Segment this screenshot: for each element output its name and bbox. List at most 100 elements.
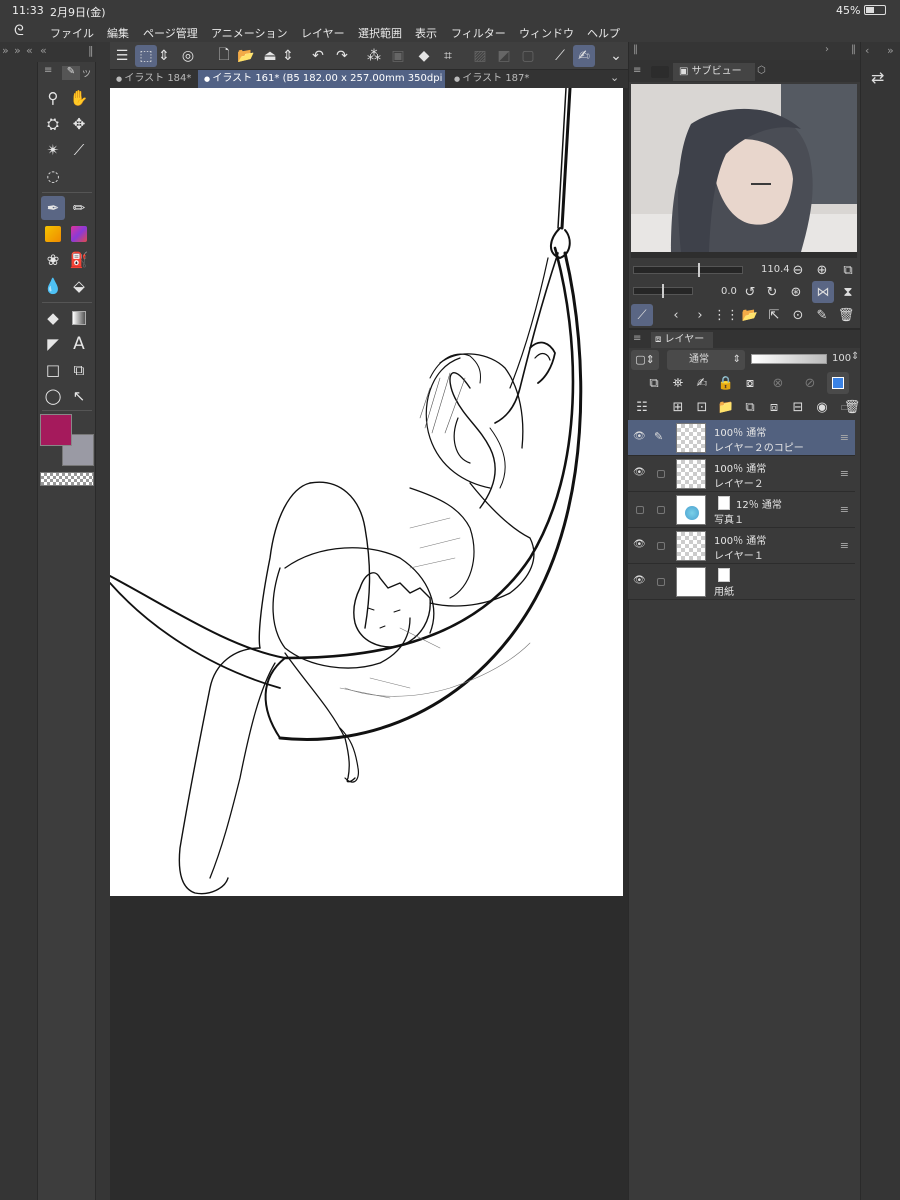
blend-mode-dropdown[interactable]: 通常 ⇕ [667, 350, 745, 370]
pen-tab-icon[interactable]: ✎ [62, 66, 80, 80]
layer-row[interactable]: 👁 用紙 [628, 564, 855, 600]
menu-filter[interactable]: フィルター [451, 25, 506, 41]
correct-line-icon[interactable]: ↖ [67, 384, 91, 408]
prev-icon[interactable]: ‹ [665, 304, 687, 326]
drag-handle-icon[interactable]: ≡ [840, 539, 849, 552]
layer-menu-icon[interactable]: ☷ [631, 396, 653, 418]
zoom-out-icon[interactable]: ⊖ [787, 259, 809, 281]
pencil-icon[interactable]: ✏ [67, 196, 91, 220]
layer-row[interactable]: 👁 100％ 通常 レイヤー２ ≡ [628, 456, 855, 492]
expand-right-icon[interactable]: » [887, 44, 894, 57]
camera-icon[interactable]: ⊙ [787, 304, 809, 326]
chevron-updown-icon[interactable]: ⇕ [851, 351, 859, 362]
next-icon[interactable]: › [689, 304, 711, 326]
chevron-right-icon[interactable]: › [825, 44, 829, 55]
duplicate-layer-icon[interactable]: ⊟ [787, 396, 809, 418]
palette-tab-label[interactable]: ツ [82, 67, 91, 80]
new-vector-layer-icon[interactable]: ⊡ [691, 396, 713, 418]
tab-illust-184[interactable]: ● イラスト 184* [110, 70, 198, 88]
eye-icon[interactable]: 👁 [633, 539, 646, 550]
edit-toolbar-icon[interactable]: ⬚ [135, 45, 157, 67]
mask-icon[interactable]: ⊗ [767, 372, 789, 394]
mask-off-icon[interactable]: ⊘ [799, 372, 821, 394]
layer-mask-icon[interactable]: ◉ [811, 396, 833, 418]
zoom-icon[interactable]: ⚲ [41, 86, 65, 110]
menu-selection[interactable]: 選択範囲 [358, 25, 402, 41]
eyedropper-icon[interactable]: ⟋ [67, 138, 91, 162]
clear-selection-icon[interactable]: ⁂ [363, 45, 385, 67]
preview-scrollbar[interactable] [631, 252, 857, 258]
transparent-color-swatch[interactable] [40, 472, 94, 486]
trash-icon[interactable]: 🗑 [835, 304, 857, 326]
subview-preview[interactable] [631, 84, 857, 252]
layer-row[interactable]: 👁 100％ 通常 レイヤー１ ≡ [628, 528, 855, 564]
ruler-snap-icon[interactable]: ⟋ [549, 45, 571, 67]
fit-window-icon[interactable]: ⧉ [837, 259, 859, 281]
main-color-swatch[interactable] [40, 414, 72, 446]
new-file-icon[interactable]: 🗋 [213, 45, 235, 67]
draft-layer-icon[interactable]: ✍ [691, 372, 713, 394]
rotate-view-icon[interactable]: ⛭ [41, 112, 65, 136]
zoom-slider[interactable] [633, 263, 743, 277]
navigator-tab-icon[interactable] [651, 66, 669, 78]
menu-page[interactable]: ページ管理 [143, 25, 198, 41]
blend-icon[interactable]: 💧 [41, 274, 65, 298]
panel-menu-icon[interactable]: ≡ [633, 65, 641, 76]
layer-property-tab-icon[interactable]: ⬡ [757, 65, 766, 76]
layer-row[interactable]: 👁 ✎ 100％ 通常 レイヤー２のコピー ≡ [628, 420, 855, 456]
drag-handle-icon[interactable]: ‖ [88, 44, 94, 57]
import-icon[interactable]: 📂 [739, 304, 761, 326]
flip-horizontal-icon[interactable]: ⋈ [812, 281, 834, 303]
clip-layer-icon[interactable]: ⧉ [643, 372, 665, 394]
undo-icon[interactable]: ↶ [307, 45, 329, 67]
visibility-checkbox[interactable] [636, 506, 644, 514]
opacity-slider[interactable] [751, 354, 827, 364]
drag-handle-icon[interactable]: ≡ [840, 431, 849, 444]
brush-icon[interactable] [41, 222, 65, 246]
rotate-right-icon[interactable]: ↻ [761, 281, 783, 303]
transfer-down-icon[interactable]: ⧉ [739, 396, 761, 418]
tab-subview[interactable]: ▣ サブビュー [673, 63, 755, 81]
lock-transparency-icon[interactable]: ⧇ [739, 372, 761, 394]
menu-layer[interactable]: レイヤー [301, 25, 345, 41]
layer-checkbox[interactable] [657, 506, 665, 514]
eye-icon[interactable]: 👁 [633, 575, 646, 586]
drag-handle-icon[interactable]: ‖ [633, 44, 638, 55]
merge-down-icon[interactable]: ⧈ [763, 396, 785, 418]
reset-rotation-icon[interactable]: ⊛ [785, 281, 807, 303]
menu-help[interactable]: ヘルプ [587, 25, 620, 41]
tab-illust-187[interactable]: ● イラスト 187* [448, 70, 544, 88]
pen-icon[interactable]: ✒ [41, 196, 65, 220]
lasso-icon[interactable]: ◌ [41, 164, 65, 188]
collapse-icon[interactable]: « [26, 44, 33, 57]
layer-checkbox[interactable] [657, 542, 665, 550]
flip-vertical-icon[interactable]: ⧗ [837, 281, 859, 303]
tabs-dropdown-icon[interactable]: ⌄ [610, 71, 619, 84]
menu-file[interactable]: ファイル [50, 25, 94, 41]
frame-icon[interactable]: ◤ [41, 332, 65, 356]
airbrush-icon[interactable]: ❀ [41, 248, 65, 272]
swap-panels-icon[interactable]: ⇄ [871, 68, 884, 87]
eraser-icon[interactable]: ⬙ [67, 274, 91, 298]
menu-view[interactable]: 表示 [415, 25, 437, 41]
collapse-icon[interactable]: ‹ [865, 44, 869, 57]
drag-handle-icon[interactable]: ‖ [851, 44, 856, 55]
expand-left-icon[interactable]: » [14, 44, 21, 57]
eye-icon[interactable]: 👁 [633, 467, 646, 478]
eye-icon[interactable]: 👁 [633, 431, 646, 442]
reference-layer-icon[interactable]: ⛯ [667, 372, 689, 394]
layer-color-icon[interactable] [827, 372, 849, 394]
crop-icon[interactable]: ▣ [387, 45, 409, 67]
gradient-icon[interactable] [67, 306, 91, 330]
decoration-icon[interactable] [67, 222, 91, 246]
chevron-updown-icon[interactable]: ⇕ [157, 45, 171, 67]
chevron-updown-icon[interactable]: ⇕ [281, 45, 295, 67]
eyedropper-icon[interactable]: ⟋ [631, 304, 653, 326]
layer-checkbox[interactable] [657, 470, 665, 478]
save-icon[interactable]: ⏏ [259, 45, 281, 67]
lock-icon[interactable]: 🔒 [715, 372, 737, 394]
rotate-left-icon[interactable]: ↺ [739, 281, 761, 303]
tab-layer[interactable]: ⧈ レイヤー [651, 332, 713, 348]
fill-icon[interactable]: ◆ [41, 306, 65, 330]
ruler-icon[interactable]: ⧉ [67, 358, 91, 382]
